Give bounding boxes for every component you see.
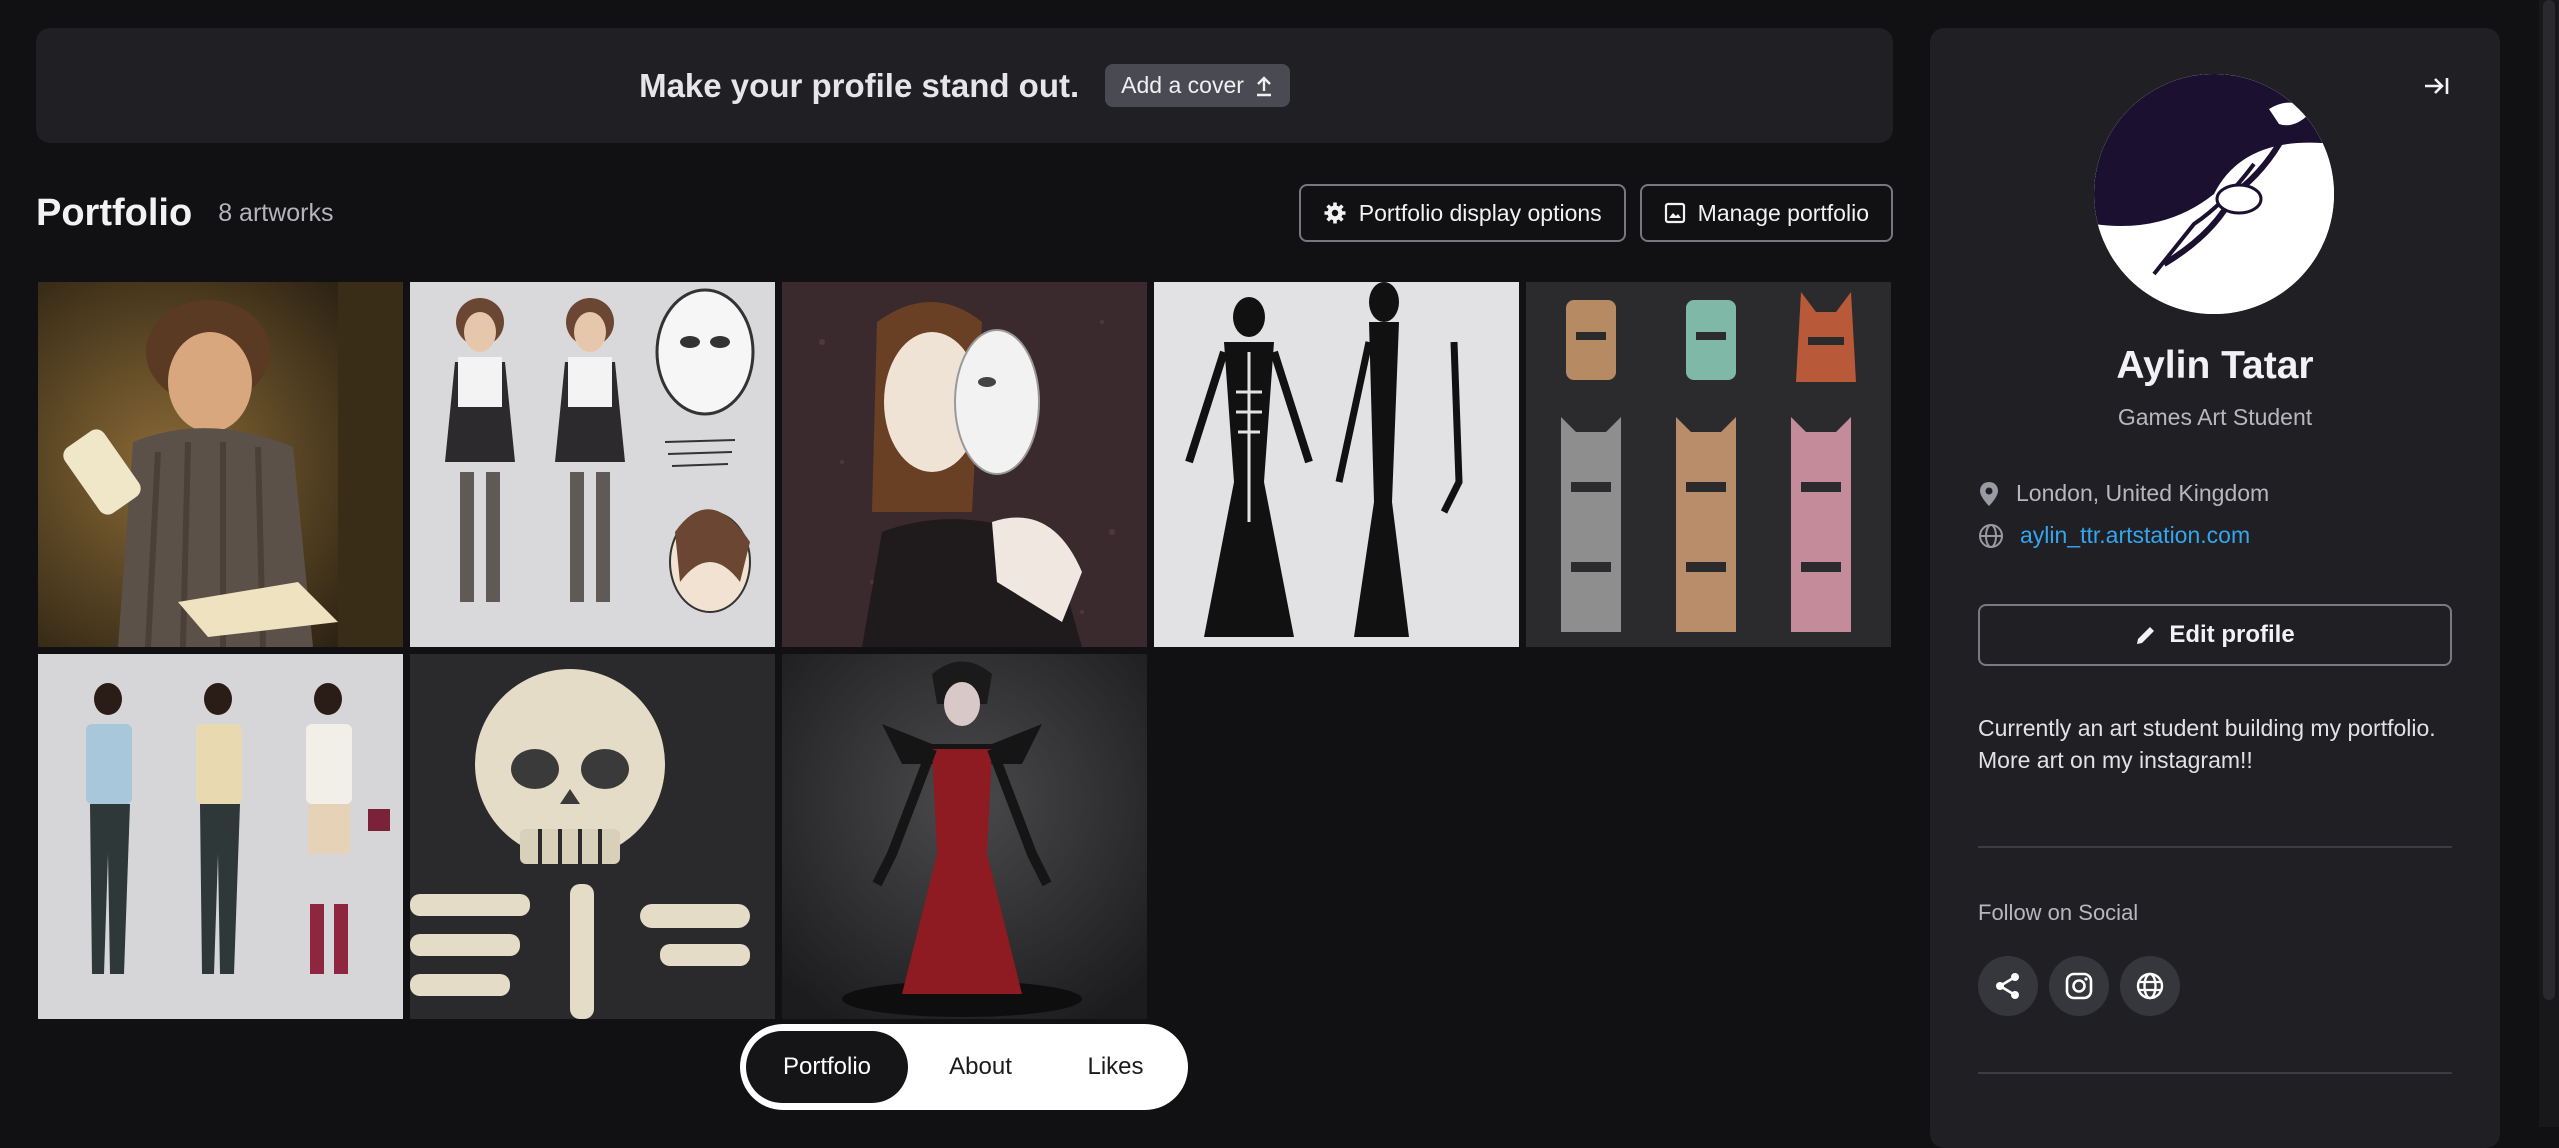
gear-icon [1324, 202, 1346, 224]
artwork-grid [38, 282, 1891, 1019]
image-icon [1664, 202, 1685, 224]
artwork-skeleton-dress[interactable] [1154, 282, 1519, 647]
tab-portfolio[interactable]: Portfolio [746, 1031, 908, 1103]
manage-portfolio-label: Manage portfolio [1697, 199, 1869, 226]
avatar[interactable] [2094, 74, 2334, 314]
add-cover-label: Add a cover [1121, 72, 1244, 98]
website-button[interactable] [2120, 956, 2180, 1016]
share-icon [1996, 973, 2019, 999]
scrollbar-thumb[interactable] [2543, 0, 2555, 1000]
divider [1978, 846, 2452, 848]
website-row[interactable]: aylin_ttr.artstation.com [1978, 522, 2250, 549]
artwork-reading-girl[interactable] [38, 282, 403, 647]
location-pin-icon [1980, 481, 1998, 506]
artwork-mask-girl[interactable] [782, 282, 1147, 647]
cover-prompt-text: Make your profile stand out. [639, 66, 1080, 104]
profile-bio: Currently an art student building my por… [1978, 712, 2458, 776]
collapse-sidebar-icon[interactable] [2420, 70, 2452, 102]
add-cover-button[interactable]: Add a cover [1105, 64, 1290, 107]
cover-banner: Make your profile stand out. Add a cover [36, 28, 1893, 143]
artwork-red-dress[interactable] [782, 654, 1147, 1019]
artwork-skull[interactable] [410, 654, 775, 1019]
instagram-icon [2065, 972, 2093, 1000]
artwork-three-outfits[interactable] [38, 654, 403, 1019]
follow-on-social-label: Follow on Social [1978, 900, 2139, 925]
portfolio-header: Portfolio 8 artworks Portfolio display o… [36, 182, 1893, 244]
page-scrollbar[interactable] [2539, 0, 2559, 1127]
edit-profile-label: Edit profile [2169, 621, 2295, 648]
profile-sidebar: Aylin Tatar Games Art Student London, Un… [1930, 28, 2500, 1148]
artwork-totems[interactable] [1526, 282, 1891, 647]
share-button[interactable] [1978, 956, 2038, 1016]
globe-icon [2136, 972, 2164, 1000]
upload-icon [1256, 75, 1271, 96]
website-link[interactable]: aylin_ttr.artstation.com [2020, 522, 2250, 549]
social-links [1978, 956, 2180, 1016]
bio-line: Currently an art student building my por… [1978, 715, 2436, 741]
tab-about[interactable]: About [908, 1031, 1053, 1103]
tab-likes[interactable]: Likes [1053, 1031, 1178, 1103]
divider [1978, 1072, 2452, 1074]
location-row: London, United Kingdom [1978, 480, 2269, 507]
artwork-count: 8 artworks [218, 198, 334, 227]
portfolio-display-options-button[interactable]: Portfolio display options [1298, 184, 1626, 242]
instagram-button[interactable] [2049, 956, 2109, 1016]
artwork-character-sheet[interactable] [410, 282, 775, 647]
portfolio-display-options-label: Portfolio display options [1358, 199, 1602, 226]
manage-portfolio-button[interactable]: Manage portfolio [1639, 184, 1893, 242]
location-text: London, United Kingdom [2016, 480, 2270, 506]
portfolio-title: Portfolio [36, 191, 193, 234]
pencil-icon [2137, 627, 2155, 644]
edit-profile-button[interactable]: Edit profile [1978, 604, 2452, 666]
bio-line: More art on my instagram!! [1978, 747, 2253, 773]
globe-icon [1979, 523, 2003, 548]
profile-tabs: Portfolio About Likes [740, 1024, 1188, 1110]
profile-role: Games Art Student [2117, 404, 2313, 430]
profile-name: Aylin Tatar [2116, 344, 2314, 387]
